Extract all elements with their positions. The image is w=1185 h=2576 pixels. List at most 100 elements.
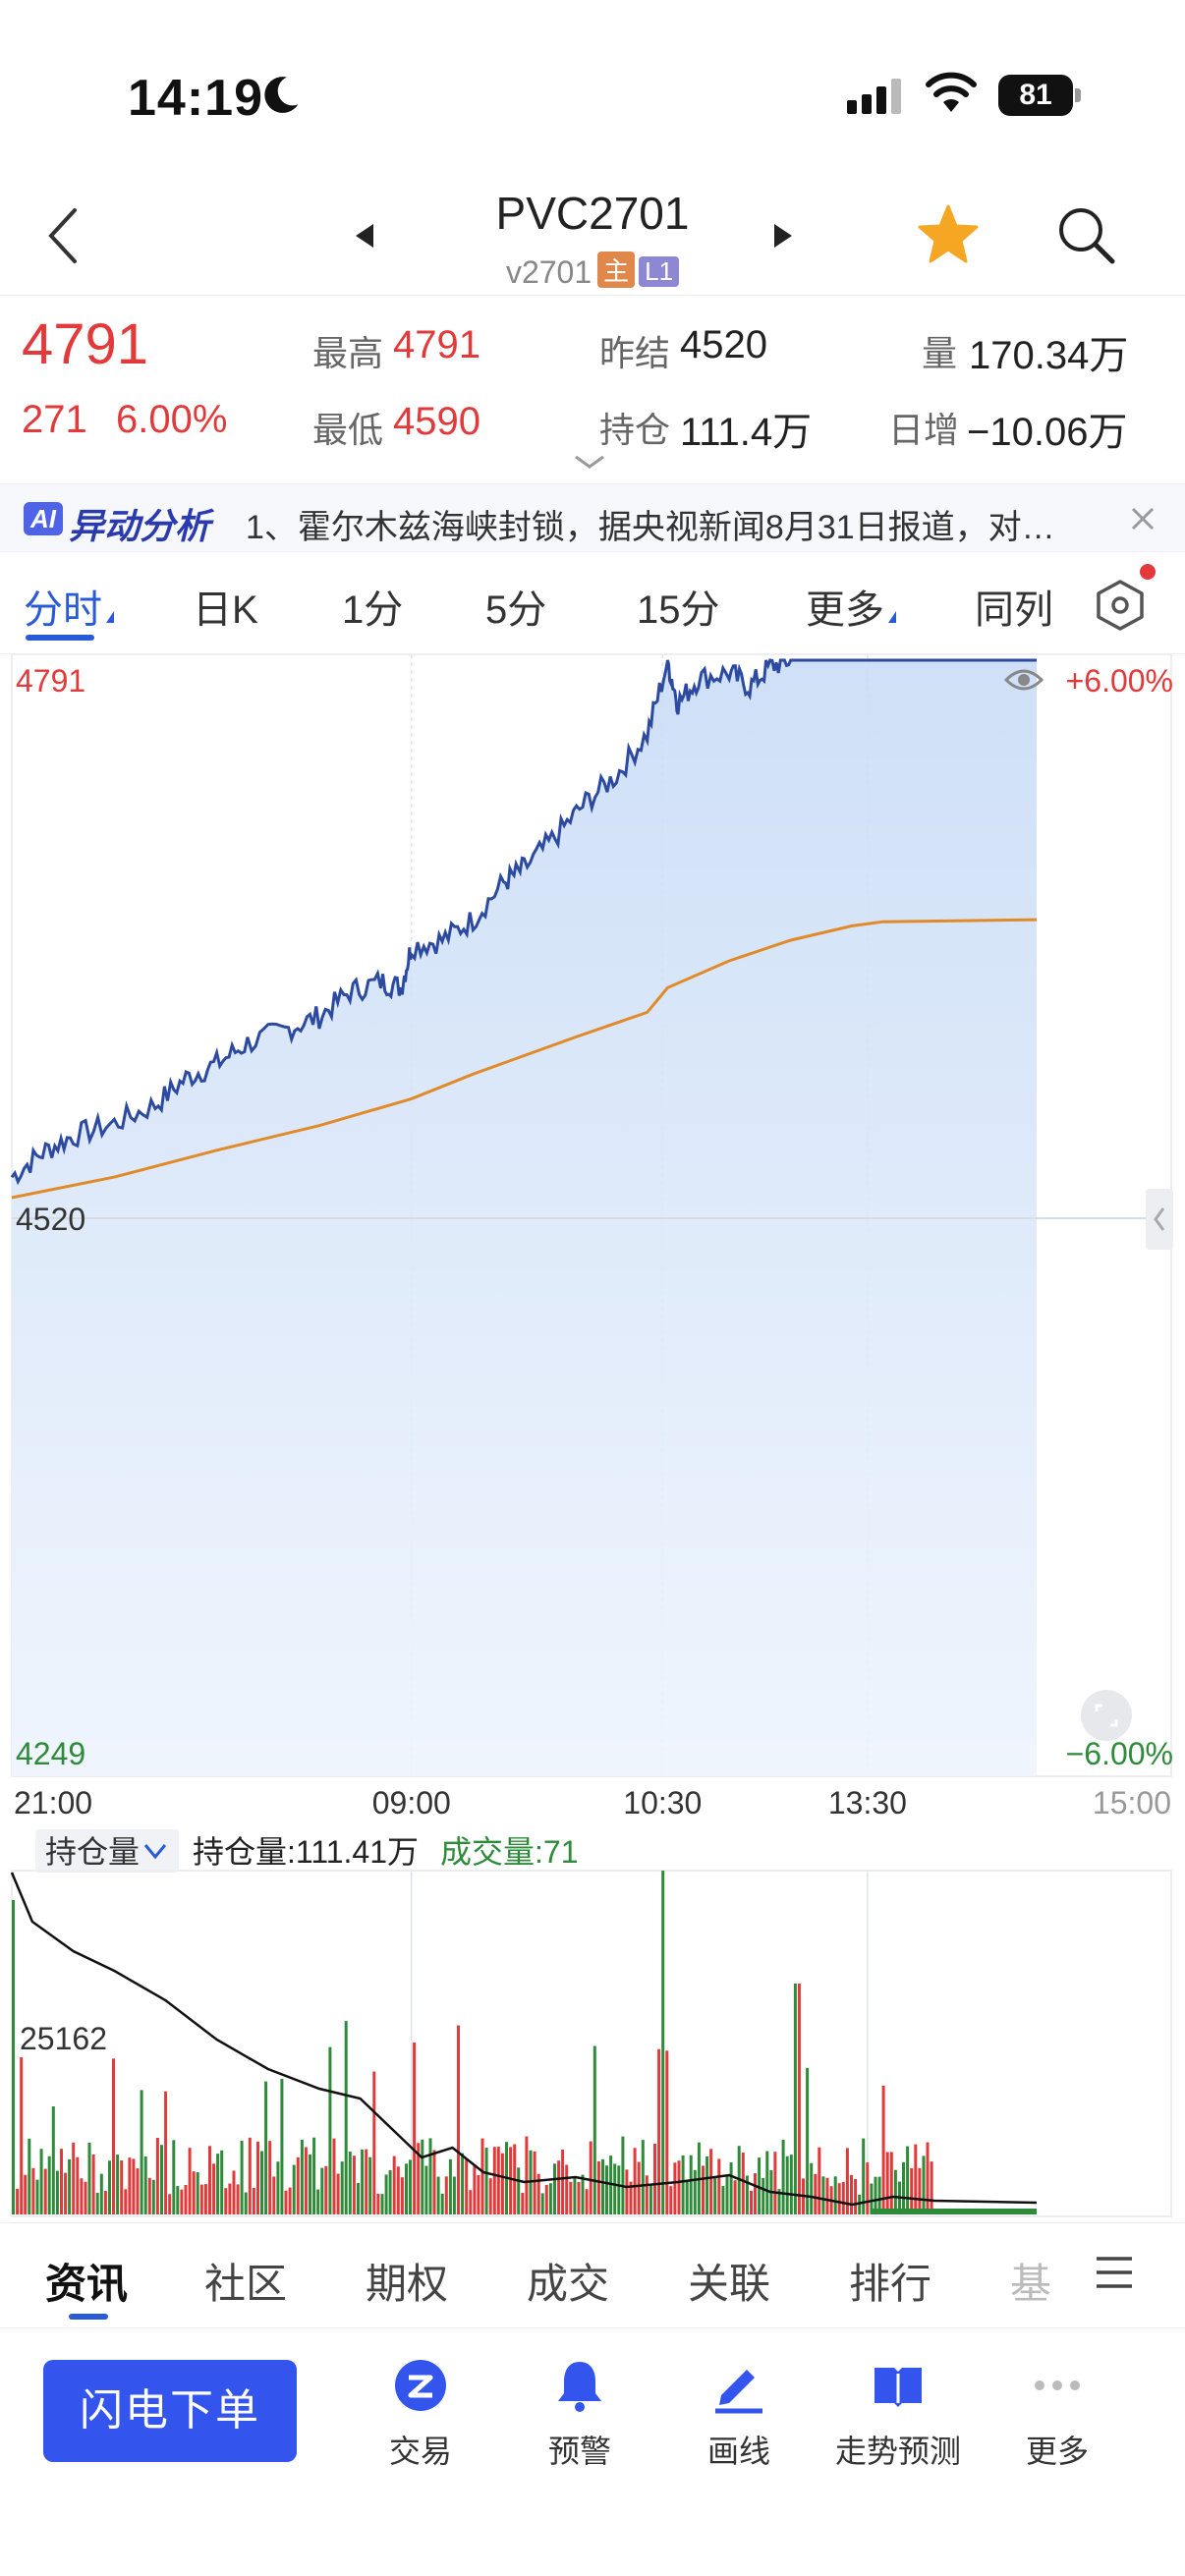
favorite-star-icon[interactable] xyxy=(914,200,983,269)
volume-bar xyxy=(930,2161,933,2214)
volume-bar xyxy=(28,2138,31,2214)
tab-same-series[interactable]: 同列 xyxy=(975,578,1053,635)
volume-bar xyxy=(95,2192,99,2214)
volume-bar xyxy=(721,2186,725,2214)
volume-bar xyxy=(750,2190,753,2214)
tab-options[interactable]: 期权 xyxy=(366,2251,448,2311)
tab-5min[interactable]: 5分 xyxy=(485,578,546,635)
volume-bar xyxy=(926,2142,930,2214)
tab-more[interactable]: 更多 xyxy=(806,578,896,635)
volume-bar xyxy=(24,2174,28,2214)
volume-bar xyxy=(284,2190,288,2214)
trade-button[interactable]: 交易 xyxy=(342,2356,499,2474)
tab-intraday[interactable]: 分时 xyxy=(24,578,114,635)
low-label: 最低 xyxy=(312,410,384,450)
high-label: 最高 xyxy=(312,333,384,373)
volume-bar xyxy=(544,2184,548,2214)
volume-bar xyxy=(112,2058,115,2214)
last-price: 4791 xyxy=(22,312,149,376)
trend-forecast-label: 走势预测 xyxy=(834,2434,961,2469)
volume-bar xyxy=(833,2176,837,2214)
volume-bar xyxy=(814,2173,818,2214)
volume-bar xyxy=(203,2184,207,2214)
volume-bar xyxy=(232,2170,236,2214)
volume-bar xyxy=(312,2137,316,2214)
volume-bar xyxy=(140,2090,143,2214)
volume-bar xyxy=(621,2136,625,2214)
ai-analysis-banner[interactable]: AI 异动分析 1、霍尔木兹海峡封锁，据央视新闻8月31日报道，对… xyxy=(0,483,1185,552)
volume-bar xyxy=(184,2185,188,2214)
indicator-selector-label: 持仓量 xyxy=(45,1834,140,1870)
price-change-pct: 6.00% xyxy=(116,398,228,441)
volume-bar xyxy=(500,2153,504,2214)
expand-chevron-icon[interactable] xyxy=(572,453,607,471)
low-value: 4590 xyxy=(393,400,480,443)
volume-bar xyxy=(332,2138,336,2214)
volume-bar xyxy=(561,2150,565,2214)
settings-hexagon-icon[interactable] xyxy=(1093,578,1148,633)
alert-label: 预警 xyxy=(547,2434,611,2469)
next-contract-icon[interactable] xyxy=(768,218,798,253)
moon-icon xyxy=(264,77,299,113)
trend-forecast-button[interactable]: 走势预测 xyxy=(819,2356,977,2474)
volume-bar xyxy=(440,2193,444,2214)
signal-icon xyxy=(847,79,901,114)
volume-bar xyxy=(673,2162,677,2214)
volume-bar xyxy=(388,2170,392,2214)
volume-bar xyxy=(84,2181,87,2214)
volume-bar xyxy=(821,2176,825,2214)
pen-icon xyxy=(715,2370,762,2414)
volume-bar xyxy=(424,2165,428,2214)
volume-bar xyxy=(384,2174,388,2214)
volume-bar xyxy=(309,2155,311,2214)
menu-icon[interactable] xyxy=(1093,2253,1136,2292)
tab-community[interactable]: 社区 xyxy=(204,2251,287,2311)
x-tick-label: 15:00 xyxy=(1093,1785,1171,1820)
volume-bar xyxy=(589,2141,592,2214)
close-icon[interactable] xyxy=(1128,504,1157,533)
tab-1min[interactable]: 1分 xyxy=(342,578,403,635)
draw-button[interactable]: 画线 xyxy=(660,2356,818,2474)
tab-15min[interactable]: 15分 xyxy=(637,578,720,635)
search-icon[interactable] xyxy=(1051,200,1120,269)
volume-bar xyxy=(352,2156,356,2214)
tab-related[interactable]: 关联 xyxy=(688,2251,770,2311)
fullscreen-icon[interactable] xyxy=(1081,1690,1132,1741)
tab-daily-k[interactable]: 日K xyxy=(193,578,258,635)
volume-bar xyxy=(320,2167,324,2214)
volume-bar xyxy=(889,2152,893,2214)
volume-bar xyxy=(705,2156,709,2214)
volume-bar xyxy=(725,2175,729,2214)
volume-bar xyxy=(400,2177,404,2214)
volume-bar xyxy=(316,2189,320,2214)
y-label-bottom: 4249 xyxy=(16,1736,85,1771)
volume-bar xyxy=(340,2161,344,2214)
more-button[interactable]: 更多 xyxy=(979,2356,1136,2474)
volume-bar xyxy=(452,2176,456,2214)
volume-bar xyxy=(922,2156,926,2214)
tab-ranking[interactable]: 排行 xyxy=(849,2251,931,2311)
volume-bar xyxy=(601,2158,604,2214)
volume-bar xyxy=(533,2151,536,2214)
volume-bar xyxy=(376,2193,380,2214)
volume-bar xyxy=(717,2158,721,2214)
volume-bar xyxy=(765,2151,769,2214)
volume-bar xyxy=(228,2183,232,2214)
tab-news[interactable]: 资讯 xyxy=(45,2251,128,2311)
volume-bar xyxy=(192,2171,196,2214)
pct-label-top: +6.00% xyxy=(1066,663,1173,699)
volume-bar xyxy=(565,2164,569,2214)
alert-button[interactable]: 预警 xyxy=(501,2356,658,2474)
volume-label: 量 xyxy=(922,333,958,373)
volume-bar xyxy=(573,2176,577,2214)
volume-bar xyxy=(336,2173,340,2214)
intraday-chart[interactable]: 4791 4520 4249 +6.00% −6.00% 21:00 09:00 1… xyxy=(0,654,1185,2222)
side-panel-handle[interactable] xyxy=(1146,1189,1173,1250)
volume-bar xyxy=(553,2163,556,2214)
volume-bar xyxy=(685,2181,689,2214)
tab-trades[interactable]: 成交 xyxy=(527,2251,609,2311)
volume-bar xyxy=(272,2176,276,2214)
volume-bar xyxy=(910,2167,914,2214)
tab-fundamentals[interactable]: 基 xyxy=(1010,2251,1051,2311)
flash-order-button[interactable]: 闪电下单 xyxy=(43,2360,297,2462)
